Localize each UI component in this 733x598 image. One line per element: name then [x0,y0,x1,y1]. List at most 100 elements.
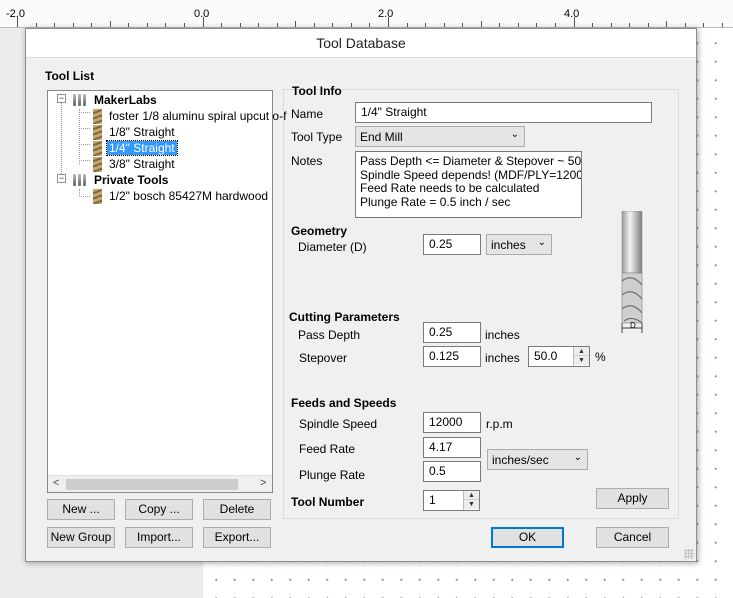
dialog-title: Tool Database [316,35,406,51]
spindle-speed-units: r.p.m [486,417,513,431]
spin-up-icon[interactable]: ▲ [574,347,589,356]
tree-group-label: Private Tools [94,173,169,187]
delete-tool-button[interactable]: Delete [203,499,271,520]
cutting-parameters-title: Cutting Parameters [289,310,400,324]
ruler-tick [611,23,612,27]
name-label: Name [291,107,324,121]
ruler-tick [425,23,426,27]
resize-grip-icon[interactable] [684,549,694,559]
ruler-tick [314,23,315,27]
ruler-tick [73,23,74,27]
end-mill-icon [93,108,102,124]
cancel-button[interactable]: Cancel [596,527,669,548]
tree-item[interactable]: 1/2" bosch 85427M hardwood [93,188,270,204]
pass-depth-label: Pass Depth [298,328,361,342]
horizontal-scrollbar[interactable]: < > [48,475,272,492]
tool-tree[interactable]: − MakerLabs foster 1/8 aluminu spiral up… [47,90,286,493]
copy-tool-button[interactable]: Copy ... [125,499,193,520]
notes-textarea[interactable]: Pass Depth <= Diameter & Stepover ~ 50% … [355,151,582,218]
plunge-rate-label: Plunge Rate [299,468,366,482]
ok-button[interactable]: OK [491,527,564,548]
tree-item[interactable]: 1/8" Straight [93,124,177,140]
end-mill-icon [93,124,102,140]
diameter-label: Diameter (D) [298,240,367,254]
ruler-label: 0.0 [194,8,210,20]
tree-item-label: 1/8" Straight [109,125,175,139]
plunge-rate-input[interactable]: 0.5 [423,461,481,482]
pass-depth-input[interactable]: 0.25 [423,322,481,343]
ruler-tick [221,23,222,27]
spindle-speed-input[interactable]: 12000 [423,412,481,433]
tree-item[interactable]: 3/8" Straight [93,156,177,172]
end-mill-icon [93,140,102,156]
tree-line [79,196,90,197]
rate-units-select[interactable]: inches/sec ⌄ [487,449,588,470]
tool-type-label: Tool Type [291,130,343,144]
ruler-tick [592,23,593,27]
tool-number-value: 1 [429,493,436,507]
stepover-input[interactable]: 0.125 [423,346,481,367]
collapse-group-icon[interactable]: − [57,174,66,183]
percent-sign: % [595,350,606,364]
scroll-left-icon[interactable]: < [53,477,59,489]
spin-down-icon[interactable]: ▼ [464,500,479,509]
ruler-tick [258,23,259,27]
pass-depth-units: inches [485,328,520,342]
ruler-tick [36,23,37,27]
end-mill-icon [93,156,102,172]
tool-name-input[interactable]: 1/4" Straight [355,102,652,123]
ruler-tick [629,23,630,27]
ruler-label: 4.0 [564,8,580,20]
diagram-d-label: D [630,321,636,330]
title-bar[interactable]: Tool Database [26,29,696,58]
ruler-tick [165,23,166,27]
spin-down-icon[interactable]: ▼ [574,356,589,365]
ruler-tick [110,21,111,27]
ruler-tick [388,17,389,27]
diameter-units-select[interactable]: inches ⌄ [486,234,552,255]
feed-rate-input[interactable]: 4.17 [423,437,481,458]
tree-line [61,103,62,180]
spindle-speed-label: Spindle Speed [299,417,378,431]
ruler-tick [481,21,482,27]
apply-button[interactable]: Apply [596,488,669,509]
ruler-tick [444,23,445,27]
tree-line [79,109,80,165]
ruler-tick [648,23,649,27]
ruler-tick [203,17,204,27]
end-mill-diagram [621,211,643,333]
scroll-right-icon[interactable]: > [260,477,266,489]
export-button[interactable]: Export... [203,527,271,548]
ruler-tick [295,21,296,27]
feeds-speeds-title: Feeds and Speeds [291,396,397,410]
tree-item[interactable]: foster 1/8 aluminu spiral upcut o-f [93,108,288,124]
notes-line: Plunge Rate = 0.5 inch / sec [360,194,511,209]
tree-group-makerlabs[interactable]: MakerLabs [72,92,159,108]
new-tool-button[interactable]: New ... [47,499,115,520]
tool-info-title: Tool Info [292,84,342,98]
spin-up-icon[interactable]: ▲ [464,491,479,500]
scrollbar-thumb[interactable] [66,479,238,490]
tool-group-icon [72,93,88,107]
ruler-tick [722,23,723,27]
import-button[interactable]: Import... [125,527,193,548]
diameter-input[interactable]: 0.25 [423,234,481,255]
ruler-tick [685,23,686,27]
tree-line [79,160,90,161]
chevron-down-icon: ⌄ [573,452,582,463]
tree-group-private-tools[interactable]: Private Tools [72,172,170,188]
tree-line [79,112,90,113]
end-mill-icon [93,188,102,204]
tool-number-stepper[interactable]: 1 ▲ ▼ [423,490,480,511]
tool-number-label: Tool Number [291,495,365,509]
rate-units-value: inches/sec [492,453,549,467]
tool-type-select[interactable]: End Mill ⌄ [355,126,525,147]
tree-item-selected[interactable]: 1/4" Straight [93,140,178,156]
new-group-button[interactable]: New Group [47,527,115,548]
chevron-down-icon: ⌄ [510,129,519,140]
tree-line [79,144,90,145]
tree-group-label: MakerLabs [94,93,157,107]
stepover-percent-stepper[interactable]: 50.0 ▲ ▼ [528,346,590,367]
ruler-tick [666,21,667,27]
collapse-group-icon[interactable]: − [57,94,66,103]
